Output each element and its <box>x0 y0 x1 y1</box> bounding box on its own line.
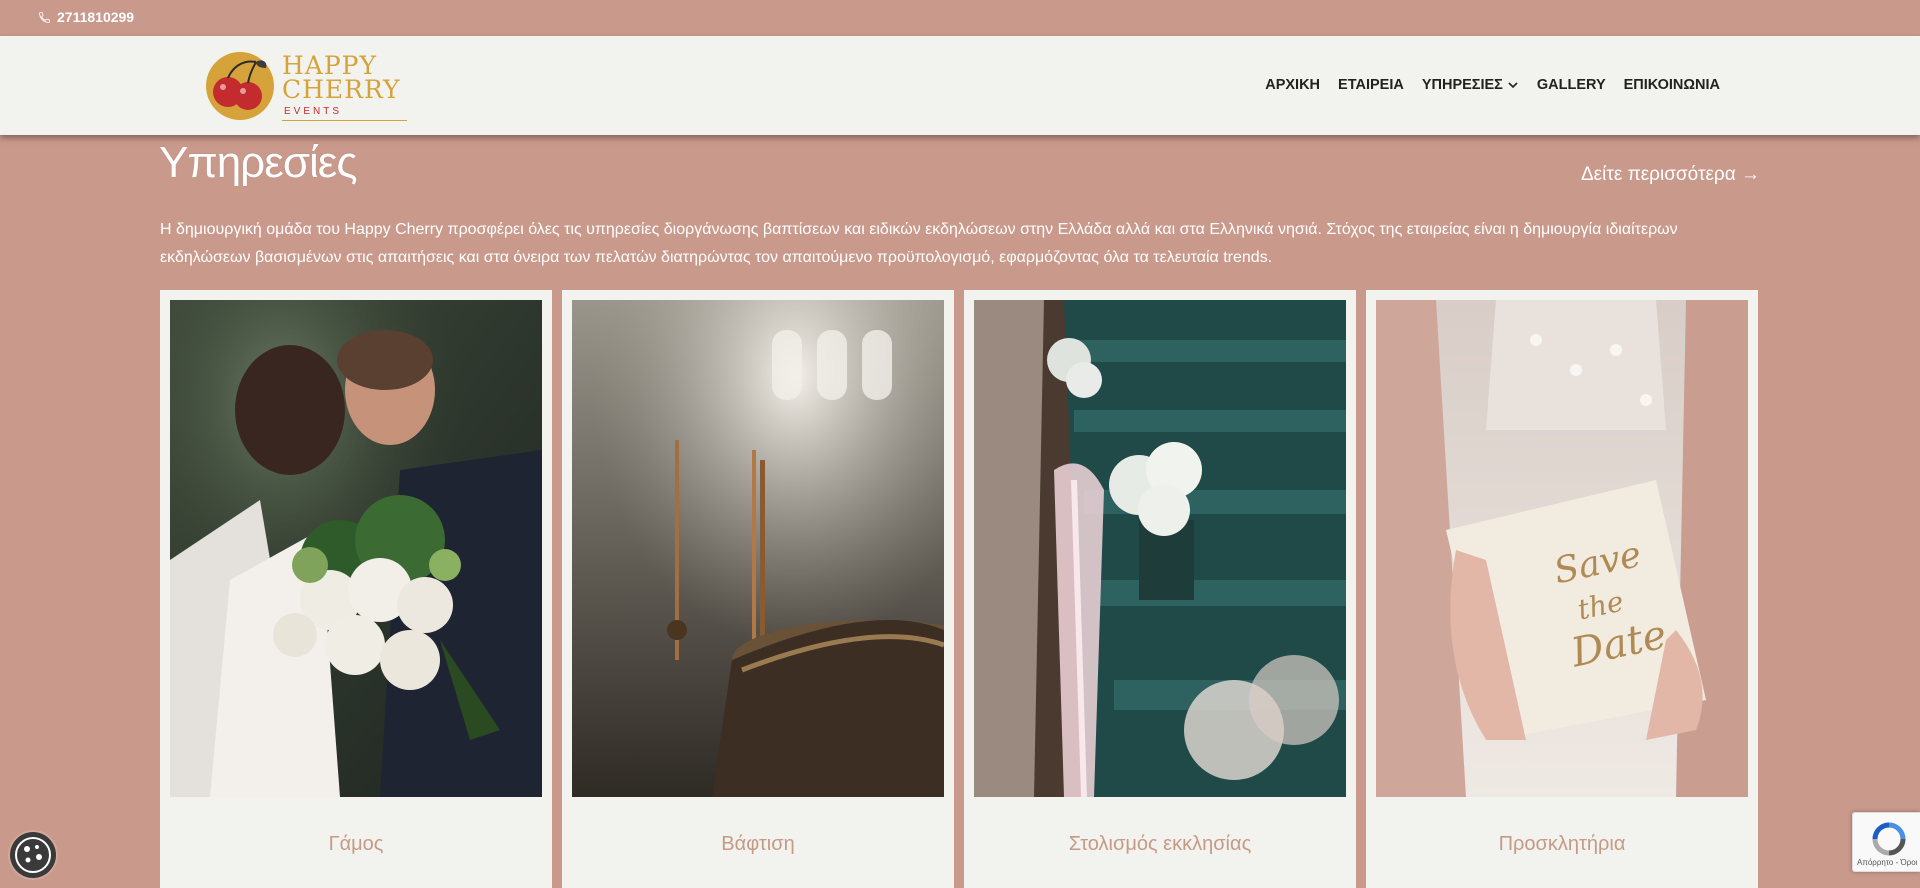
phone-icon <box>39 11 50 23</box>
cherry-logo-icon <box>206 52 274 120</box>
cookie-settings-button[interactable] <box>10 832 56 878</box>
nav-label: ΥΠΗΡΕΣΙΕΣ <box>1421 77 1503 93</box>
service-card-wedding[interactable]: Γάμος <box>160 290 552 888</box>
card-caption[interactable]: Προσκλητήρια <box>1376 833 1748 856</box>
church-decoration-image[interactable] <box>974 300 1346 797</box>
nav-item-company[interactable]: ΕΤΑΙΡΕΙΑ <box>1338 77 1404 93</box>
service-card-church-decoration[interactable]: Στολισμός εκκλησίας <box>964 290 1356 888</box>
nav-label: ΕΠΙΚΟΙΝΩΝΙΑ <box>1623 77 1720 93</box>
cookie-icon <box>15 837 51 873</box>
service-card-baptism[interactable]: Βάφτιση <box>562 290 954 888</box>
nav-label: ΑΡΧΙΚΗ <box>1265 77 1321 93</box>
invitations-image[interactable]: Save the Date <box>1376 300 1748 797</box>
recaptcha-badge[interactable]: Απόρρητο - Όροι <box>1852 812 1920 872</box>
site-logo[interactable]: HAPPY CHERRY EVENTS <box>204 50 407 122</box>
nav-item-services[interactable]: ΥΠΗΡΕΣΙΕΣ <box>1422 77 1519 93</box>
section-title: Υπηρεσίες <box>159 138 358 187</box>
main-nav: ΑΡΧΙΚΗ ΕΤΑΙΡΕΙΑ ΥΠΗΡΕΣΙΕΣ GALLERY ΕΠΙΚΟΙ… <box>1265 77 1720 93</box>
phone-link[interactable]: 2711810299 <box>38 9 134 25</box>
chevron-down-icon <box>1508 82 1518 89</box>
recaptcha-icon <box>1872 822 1906 856</box>
logo-line-2: CHERRY <box>282 75 401 104</box>
services-grid: Γάμος Βάφτιση Στολισμός εκκλησίας Save t… <box>160 290 1760 888</box>
site-header: HAPPY CHERRY EVENTS ΑΡΧΙΚΗ ΕΤΑΙΡΕΙΑ ΥΠΗΡ… <box>0 36 1920 135</box>
top-bar: 2711810299 <box>0 0 1920 36</box>
card-caption[interactable]: Στολισμός εκκλησίας <box>974 833 1346 856</box>
card-caption[interactable]: Βάφτιση <box>572 833 944 856</box>
card-caption[interactable]: Γάμος <box>170 833 542 856</box>
phone-number: 2711810299 <box>57 9 135 25</box>
see-more-link[interactable]: Δείτε περισσότερα → <box>1581 164 1760 186</box>
nav-item-gallery[interactable]: GALLERY <box>1537 77 1606 93</box>
intro-text: Η δημιουργική ομάδα του Happy Cherry προ… <box>160 221 1678 266</box>
nav-item-home[interactable]: ΑΡΧΙΚΗ <box>1265 77 1320 93</box>
recaptcha-label[interactable]: Απόρρητο - Όροι <box>1857 858 1917 867</box>
baptism-image[interactable] <box>572 300 944 797</box>
service-card-invitations[interactable]: Save the Date Προσκλητήρια <box>1366 290 1758 888</box>
logo-line-3: EVENTS <box>282 106 407 121</box>
nav-item-contact[interactable]: ΕΠΙΚΟΙΝΩΝΙΑ <box>1624 77 1720 93</box>
wedding-image[interactable] <box>170 300 542 797</box>
nav-label: ΕΤΑΙΡΕΙΑ <box>1338 77 1404 93</box>
nav-label: GALLERY <box>1536 77 1606 93</box>
